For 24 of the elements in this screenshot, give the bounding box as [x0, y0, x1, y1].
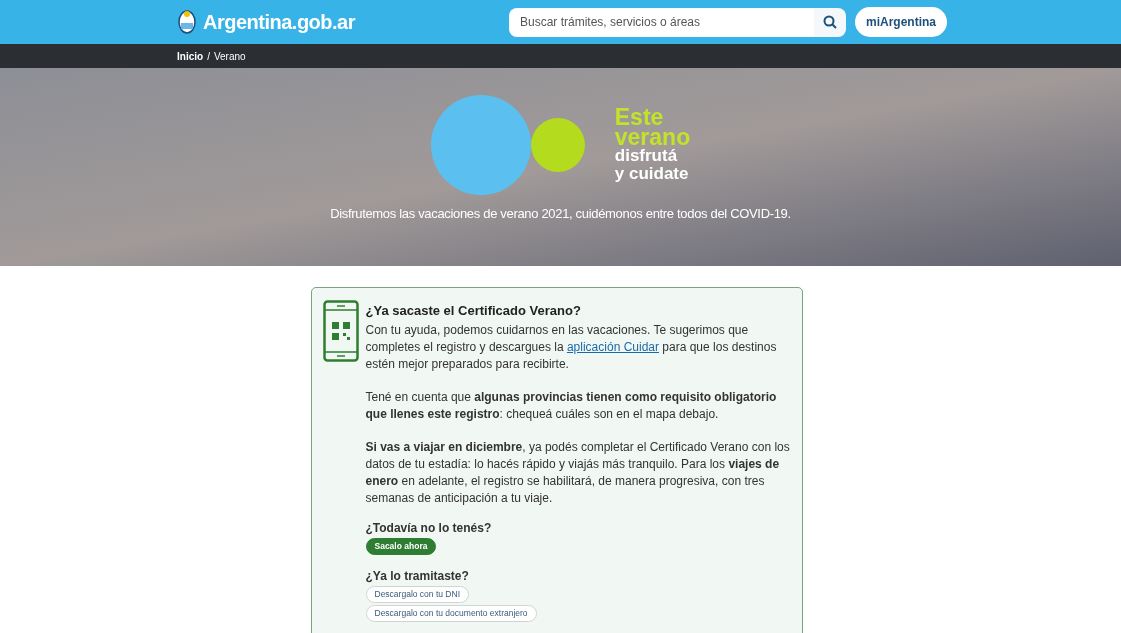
section-heading: ¿Todavía no lo tenés? — [365, 520, 493, 537]
info-paragraph: Tené en cuenta que algunas provincias tienen como requisito obligatorio que llenes este registro: chequeá cuáles son en el mapa debajo. — [365, 389, 778, 423]
slogan-headline: Este — [614, 107, 665, 127]
slogan-headline: verano — [614, 127, 691, 147]
slogan-subline: y cuidate — [614, 165, 690, 183]
breadcrumb-link[interactable]: Verano — [213, 48, 246, 64]
search-field[interactable]: Buscar trámites, servicios o áreas — [509, 7, 814, 37]
breadcrumb-separator: / — [207, 49, 210, 64]
action-button[interactable]: Descargalo con tu documento extranjero — [365, 605, 537, 622]
card-title: ¿Ya sacaste el Certificado Verano? — [365, 302, 582, 320]
action-button[interactable]: Sacalo ahora — [365, 538, 437, 555]
coat-of-arms-icon — [177, 8, 197, 36]
phone-qr-icon — [322, 300, 359, 362]
slogan-subline: disfrutá — [614, 147, 679, 165]
section-heading: ¿Ya lo tramitaste? — [365, 568, 470, 585]
hero-caption: Disfrutemos las vacaciones de verano 2021, cuidémonos entre todos del COVID-19. — [330, 205, 791, 223]
search-icon — [823, 15, 837, 29]
intro-paragraph: Con tu ayuda, podemos cuidarnos en las vacaciones. Te sugerimos que completes el registro y descargues la aplicación Cuidar para que los destinos estén mejor preparados para recibirte. — [365, 322, 778, 373]
action-button[interactable]: Descargalo con tu DNI — [365, 586, 469, 603]
info-paragraph: Si vas a viajar en diciembre, ya podés completar el Certificado Verano con los datos de tu estadía: lo hacés rápido y viajás más tranquilo. Para los viajes de enero en adelante, el registro se habilitará, de manera progresiva, con tres semanas de anticipación a tu viaje. — [365, 439, 791, 507]
breadcrumb-link[interactable]: Inicio — [177, 48, 204, 64]
search-button[interactable] — [814, 7, 846, 37]
app-link[interactable]: aplicación Cuidar — [566, 340, 659, 354]
account-button[interactable]: miArgentina — [855, 7, 947, 37]
